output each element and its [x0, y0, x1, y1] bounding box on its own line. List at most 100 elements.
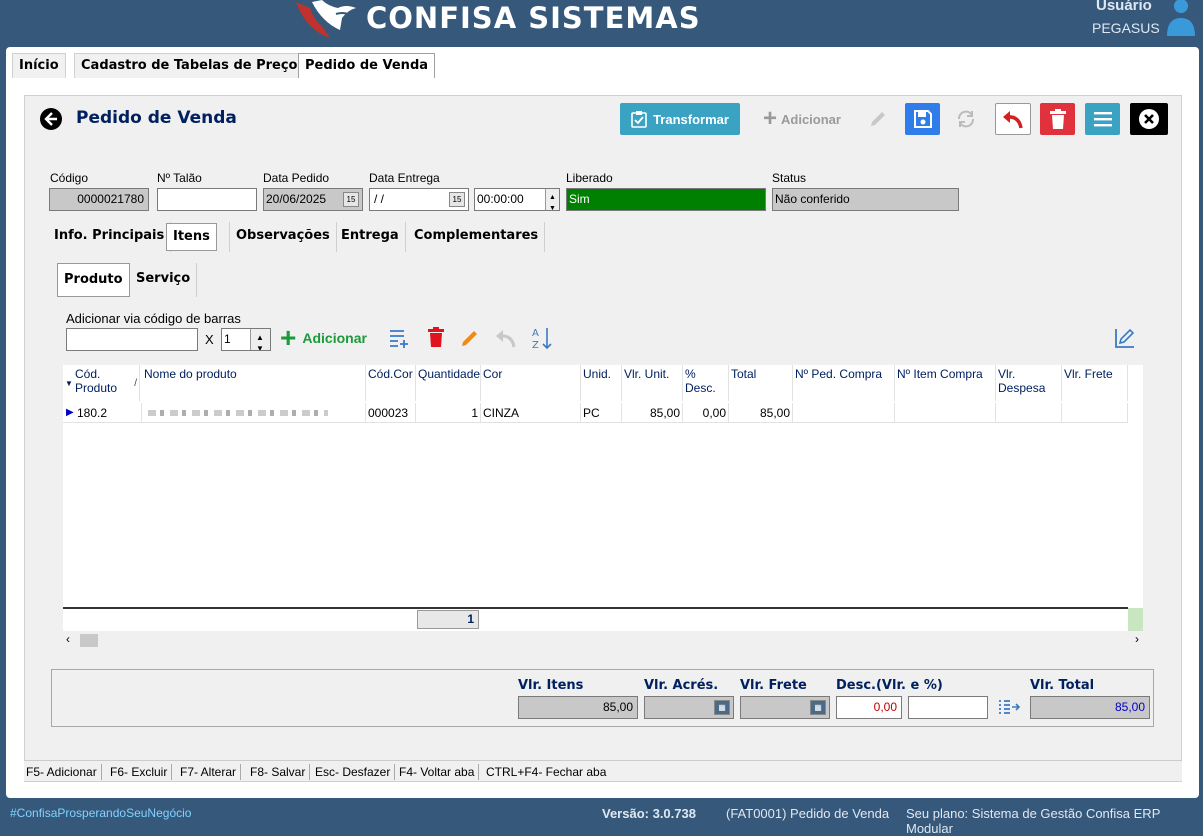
tab-itens[interactable]: Itens: [166, 223, 217, 251]
grid-cell-cod-cor[interactable]: 000023: [366, 403, 416, 423]
grid-header-cod-cor[interactable]: Cód.Cor: [366, 365, 416, 401]
tab-info-principais[interactable]: Info. Principais: [48, 222, 172, 252]
grid-cell-ped-compra[interactable]: [793, 403, 895, 423]
add-item-button[interactable]: + Adicionar: [280, 322, 367, 353]
tab-pedido-de-venda[interactable]: Pedido de Venda: [298, 53, 436, 78]
undo-arrow-icon: [1003, 111, 1023, 129]
edit-button[interactable]: [862, 103, 894, 135]
grid-cell-quantidade[interactable]: 1: [416, 403, 481, 423]
barcode-input[interactable]: [66, 328, 198, 351]
grid-header-nome-produto[interactable]: Nome do produto: [142, 365, 366, 401]
data-entrega-input[interactable]: / / 15: [369, 188, 469, 211]
shortcut-bar: F5- Adicionar F6- Excluir F7- Alterar F8…: [24, 760, 1182, 781]
grid-header-total[interactable]: Total: [729, 365, 793, 401]
grid-header-unid[interactable]: Unid.: [581, 365, 622, 401]
grid-header-quantidade[interactable]: Quantidade: [416, 365, 481, 401]
transform-label: Transformar: [653, 111, 729, 127]
column-settings-icon[interactable]: [1113, 326, 1137, 350]
grid-cell-vlr-unit[interactable]: 85,00: [622, 403, 683, 423]
scroll-thumb[interactable]: [80, 634, 98, 647]
grid-header-vlr-despesa[interactable]: Vlr. Despesa: [996, 365, 1062, 401]
talao-input[interactable]: [157, 188, 257, 211]
chevron-right-icon[interactable]: ›: [1135, 632, 1139, 646]
menu-button[interactable]: [1085, 103, 1120, 135]
grid-cell-cod-produto[interactable]: ▶ 180.2: [63, 403, 142, 423]
tab-cadastro-tabelas-precos[interactable]: Cadastro de Tabelas de Preços: [74, 53, 313, 78]
vlr-itens-field: 85,00: [518, 696, 638, 719]
calendar-icon[interactable]: 15: [343, 192, 359, 207]
tab-produto[interactable]: Produto: [57, 263, 130, 297]
footer-plan: Seu plano: Sistema de Gestão Confisa ERP…: [906, 806, 1161, 836]
grid-cell-unid[interactable]: PC: [581, 403, 622, 423]
app-title: CONFISA SISTEMAS: [366, 1, 701, 35]
calculator-icon[interactable]: ▦: [810, 700, 826, 715]
data-entrega-label: Data Entrega: [369, 171, 440, 185]
add-button[interactable]: + Adicionar: [756, 103, 848, 135]
grid-header-item-compra[interactable]: Nº Item Compra: [895, 365, 996, 401]
desc-pct-input[interactable]: [908, 696, 988, 719]
vlr-acres-label: Vlr. Acrés.: [644, 678, 719, 693]
grid-cell-vlr-despesa[interactable]: [996, 403, 1062, 423]
add-list-icon[interactable]: [388, 327, 410, 349]
grid-cell-total[interactable]: 85,00: [729, 403, 793, 423]
desc-value-input[interactable]: 0,00: [836, 696, 902, 719]
shortcut-item: F4- Voltar aba: [399, 764, 480, 780]
shortcut-item: F5- Adicionar: [26, 764, 102, 780]
expand-list-icon[interactable]: [998, 698, 1020, 716]
chevron-left-icon[interactable]: ‹: [66, 632, 70, 646]
spin-arrows-icon[interactable]: ▲ ▼: [545, 189, 559, 210]
close-button[interactable]: [1130, 103, 1168, 135]
grid-header-vlr-frete[interactable]: Vlr. Frete: [1062, 365, 1128, 401]
grid-header-cor[interactable]: Cor: [481, 365, 581, 401]
svg-text:Z: Z: [532, 340, 539, 350]
tab-observacoes[interactable]: Observações: [229, 222, 337, 252]
trash-icon[interactable]: [428, 327, 444, 347]
plus-icon: +: [280, 322, 297, 353]
delete-button[interactable]: [1040, 103, 1075, 135]
tab-entrega[interactable]: Entrega: [335, 222, 406, 252]
tab-servico[interactable]: Serviço: [130, 263, 198, 297]
close-icon: [1139, 109, 1159, 129]
vlr-total-label: Vlr. Total: [1030, 678, 1095, 693]
grid-cell-nome-produto[interactable]: [142, 403, 366, 423]
status-label: Status: [772, 171, 807, 185]
calendar-icon[interactable]: 15: [449, 192, 465, 207]
row-pointer-icon: ▶: [66, 407, 74, 418]
grid-header-desc[interactable]: % Desc.: [683, 365, 729, 401]
refresh-button[interactable]: [950, 103, 982, 135]
horizontal-scrollbar[interactable]: ‹ ›: [63, 632, 1143, 648]
tab-inicio[interactable]: Início: [12, 53, 66, 78]
save-button[interactable]: [905, 103, 940, 135]
grid-header-vlr-unit[interactable]: Vlr. Unit.: [622, 365, 683, 401]
data-pedido-field: 20/06/2025 15: [263, 188, 363, 211]
footer-hashtag[interactable]: #ConfisaProsperandoSeuNegócio: [10, 806, 191, 820]
vlr-itens-label: Vlr. Itens: [518, 678, 584, 693]
shortcut-item: F7- Alterar: [180, 764, 242, 780]
hora-entrega-input[interactable]: 00:00:00 ▲ ▼: [474, 188, 560, 211]
undo-button[interactable]: [995, 103, 1031, 135]
barcode-qty-input[interactable]: 1 ▲ ▼: [221, 328, 271, 351]
undo-arrow-icon[interactable]: [494, 327, 518, 349]
footer-form-name: (FAT0001) Pedido de Venda: [726, 806, 890, 821]
grid-cell-desc[interactable]: 0,00: [683, 403, 729, 423]
shortcut-item: F8- Salvar: [250, 764, 311, 780]
user-avatar-icon[interactable]: [1165, 0, 1195, 36]
grid-header-ped-compra[interactable]: Nº Ped. Compra: [793, 365, 895, 401]
back-arrow-icon[interactable]: [40, 108, 62, 130]
sort-az-icon[interactable]: AZ: [532, 326, 554, 350]
tab-complementares[interactable]: Complementares: [408, 222, 546, 252]
grid-cell-cor[interactable]: CINZA: [481, 403, 581, 423]
transform-button[interactable]: Transformar: [620, 103, 740, 135]
spin-arrows-icon[interactable]: ▲ ▼: [250, 329, 270, 350]
grid-cell-vlr-frete[interactable]: [1062, 403, 1128, 423]
items-grid[interactable]: ▼ Cód. Produto / Nome do produto Cód.Cor Q…: [63, 365, 1143, 631]
pencil-icon[interactable]: [459, 327, 481, 349]
calculator-icon[interactable]: ▦: [714, 700, 730, 715]
clipboard-check-icon: [631, 111, 647, 128]
codigo-label: Código: [50, 171, 89, 185]
shortcut-item: Esc- Desfazer: [315, 764, 396, 780]
grid-cell-item-compra[interactable]: [895, 403, 996, 423]
grid-header-cod-produto[interactable]: ▼ Cód. Produto /: [63, 365, 140, 401]
grid-footer-count: 1: [417, 610, 479, 629]
codigo-field: 0000021780: [49, 188, 149, 211]
